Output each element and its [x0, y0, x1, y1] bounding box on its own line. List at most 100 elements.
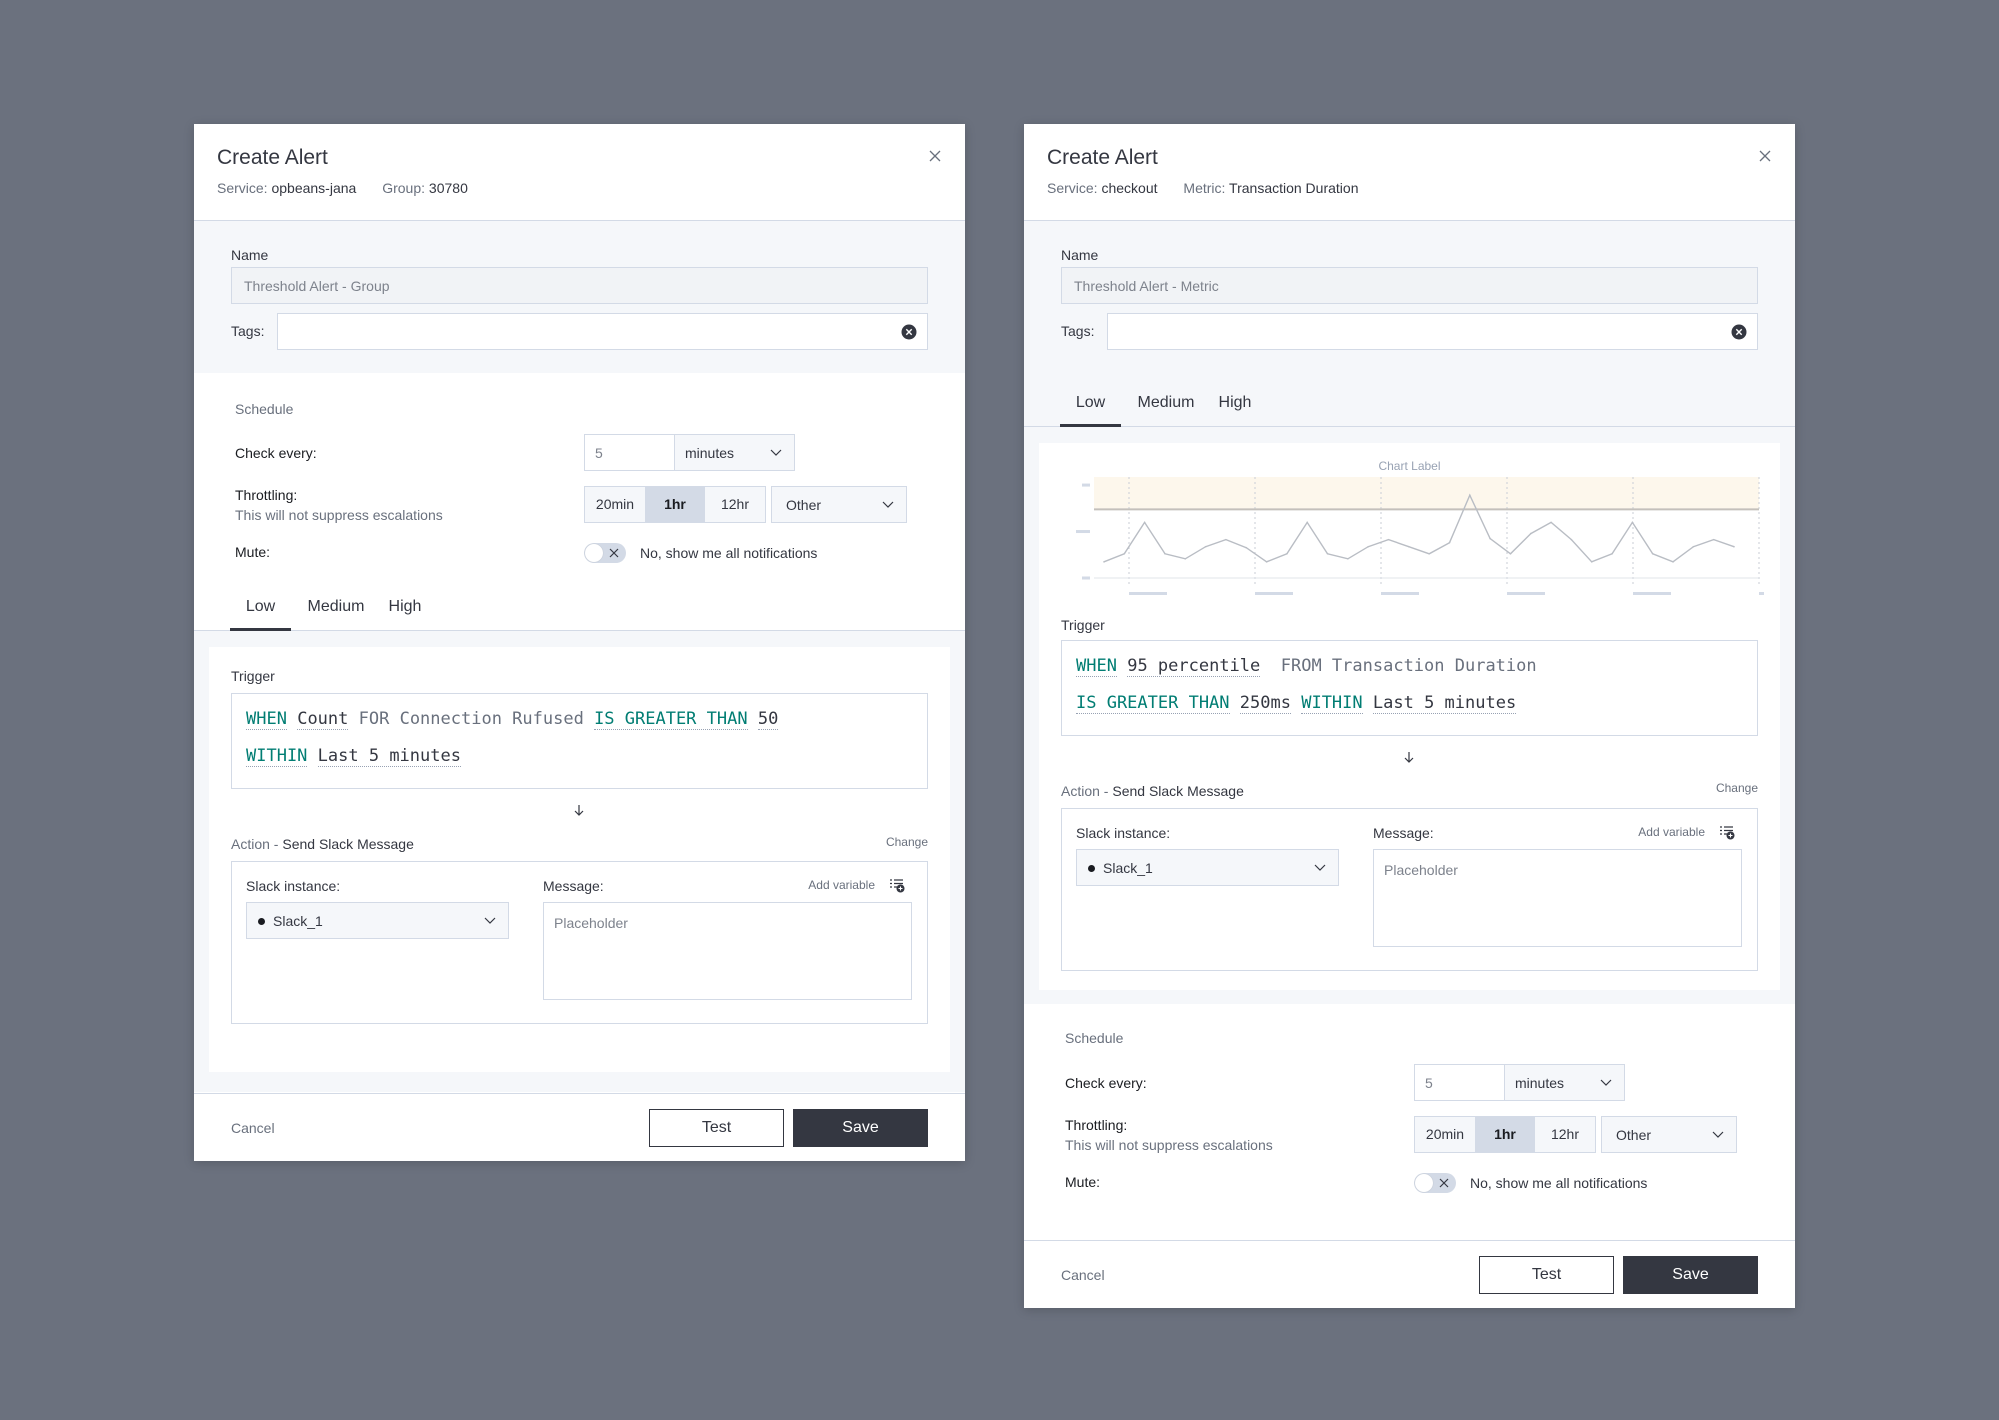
data-point: [1245, 546, 1248, 549]
check-every-input[interactable]: 5: [584, 434, 675, 471]
y-tick-label: [1082, 483, 1090, 487]
data-point: [1611, 552, 1613, 555]
data-point: [1306, 521, 1309, 524]
tab-high[interactable]: High: [380, 587, 430, 631]
slack-instance-select[interactable]: Slack_1: [1076, 849, 1339, 886]
change-action-link[interactable]: Change: [1716, 781, 1758, 795]
trigger-token-value[interactable]: Last 5 minutes: [1372, 693, 1517, 714]
tags-label: Tags:: [231, 323, 265, 339]
trigger-token-text: FOR Connection Rufused: [358, 709, 584, 729]
data-point: [1143, 521, 1146, 524]
slack-instance-select[interactable]: Slack_1: [246, 902, 509, 939]
data-point: [1489, 537, 1491, 540]
tab-high[interactable]: High: [1210, 383, 1260, 427]
throttling-subtext: This will not suppress escalations: [235, 507, 443, 523]
name-input[interactable]: Threshold Alert - Metric: [1061, 267, 1758, 304]
trigger-token-keyword[interactable]: WHEN: [246, 709, 287, 730]
mute-toggle[interactable]: [1414, 1173, 1456, 1193]
check-every-label: Check every:: [235, 445, 317, 461]
trigger-query[interactable]: WHEN Count FOR Connection Rufused IS GRE…: [231, 693, 928, 789]
trigger-token-keyword[interactable]: IS GREATER THAN: [594, 709, 748, 730]
trigger-query[interactable]: WHEN 95 percentile FROM Transaction Dura…: [1061, 640, 1758, 736]
data-point: [1448, 541, 1451, 544]
check-every-unit-select[interactable]: minutes: [1504, 1064, 1625, 1101]
message-textarea[interactable]: [1373, 849, 1742, 947]
action-label-prefix: Action -: [231, 836, 283, 852]
data-point: [1326, 552, 1329, 555]
trigger-token-value[interactable]: 250ms: [1239, 693, 1291, 714]
tab-low[interactable]: Low: [230, 587, 291, 631]
close-icon[interactable]: [1757, 148, 1773, 164]
trigger-label: Trigger: [231, 668, 275, 684]
data-point: [1590, 561, 1593, 563]
data-point: [1387, 538, 1390, 541]
tab-medium[interactable]: Medium: [300, 587, 372, 631]
trigger-token-value[interactable]: Count: [297, 709, 349, 730]
throttling-option-1hr[interactable]: 1hr: [645, 487, 705, 522]
unit-value: minutes: [685, 445, 735, 461]
schedule-section: Schedule Check every: 5 minutes Throttli…: [194, 373, 965, 631]
test-button[interactable]: Test: [649, 1109, 784, 1147]
unit-value: minutes: [1515, 1075, 1565, 1091]
x-tick-label: [1255, 592, 1293, 595]
name-input[interactable]: Threshold Alert - Group: [231, 267, 928, 304]
tab-low[interactable]: Low: [1060, 383, 1121, 427]
data-point: [1712, 538, 1715, 541]
data-point: [1184, 558, 1187, 560]
cancel-button[interactable]: Cancel: [1061, 1267, 1105, 1283]
throttling-option-12hr[interactable]: 12hr: [705, 487, 765, 522]
save-button[interactable]: Save: [793, 1109, 928, 1147]
x-tick-label: [1129, 592, 1167, 595]
mute-toggle[interactable]: [584, 543, 626, 563]
mute-label: Mute:: [235, 544, 271, 560]
clear-tags-icon[interactable]: [901, 324, 917, 340]
slack-instance-label: Slack instance:: [1076, 825, 1171, 841]
trigger-token-value[interactable]: 50: [757, 709, 779, 730]
clear-tags-icon[interactable]: [1731, 324, 1747, 340]
check-every-input[interactable]: 5: [1414, 1064, 1505, 1101]
add-variable-icon[interactable]: [889, 877, 905, 893]
trigger-token-value[interactable]: 95 percentile: [1127, 656, 1261, 677]
cancel-button[interactable]: Cancel: [231, 1120, 275, 1136]
throttling-option-1hr[interactable]: 1hr: [1475, 1117, 1535, 1152]
tags-label: Tags:: [1061, 323, 1095, 339]
schedule-title: Schedule: [235, 401, 294, 417]
add-variable-icon[interactable]: [1719, 824, 1735, 840]
trigger-token-keyword[interactable]: IS GREATER THAN: [1076, 693, 1230, 714]
change-action-link[interactable]: Change: [886, 835, 928, 849]
throttling-other-select[interactable]: Other: [1601, 1116, 1737, 1153]
group-label: Group:: [382, 180, 426, 196]
trigger-token-value[interactable]: Last 5 minutes: [317, 746, 461, 767]
data-point: [1347, 558, 1349, 560]
severity-tabs: Low Medium High: [1024, 383, 1795, 427]
toggle-off-icon: [609, 548, 619, 558]
arrow-down-icon: [574, 805, 584, 816]
x-tick-label: [1633, 592, 1671, 595]
tags-input[interactable]: [277, 313, 928, 350]
tab-medium[interactable]: Medium: [1130, 383, 1202, 427]
arrow-down-icon: [1404, 752, 1414, 763]
test-button[interactable]: Test: [1479, 1256, 1614, 1294]
trigger-token-keyword[interactable]: WHEN: [1076, 656, 1117, 677]
trigger-label: Trigger: [1061, 617, 1105, 633]
metric-value: Transaction Duration: [1229, 180, 1359, 196]
trigger-token-keyword[interactable]: WITHIN: [246, 746, 308, 767]
mute-toggle-label: No, show me all notifications: [640, 545, 818, 561]
trigger-action-card: Trigger WHEN Count FOR Connection Rufuse…: [209, 647, 950, 1072]
close-icon[interactable]: [927, 148, 943, 164]
message-textarea[interactable]: [543, 902, 912, 1000]
throttling-segmented-control: 20min 1hr 12hr: [1414, 1116, 1596, 1153]
tags-input[interactable]: [1107, 313, 1758, 350]
throttling-other-select[interactable]: Other: [771, 486, 907, 523]
check-every-unit-select[interactable]: minutes: [674, 434, 795, 471]
trigger-token-keyword[interactable]: WITHIN: [1301, 693, 1363, 714]
add-variable-link[interactable]: Add variable: [1638, 825, 1705, 839]
data-point: [1550, 521, 1552, 524]
add-variable-link[interactable]: Add variable: [808, 878, 875, 892]
save-button[interactable]: Save: [1623, 1256, 1758, 1294]
throttling-option-12hr[interactable]: 12hr: [1535, 1117, 1595, 1152]
data-point: [1509, 552, 1512, 555]
throttling-option-20min[interactable]: 20min: [585, 487, 645, 522]
throttling-option-20min[interactable]: 20min: [1415, 1117, 1475, 1152]
other-value: Other: [1616, 1127, 1652, 1143]
